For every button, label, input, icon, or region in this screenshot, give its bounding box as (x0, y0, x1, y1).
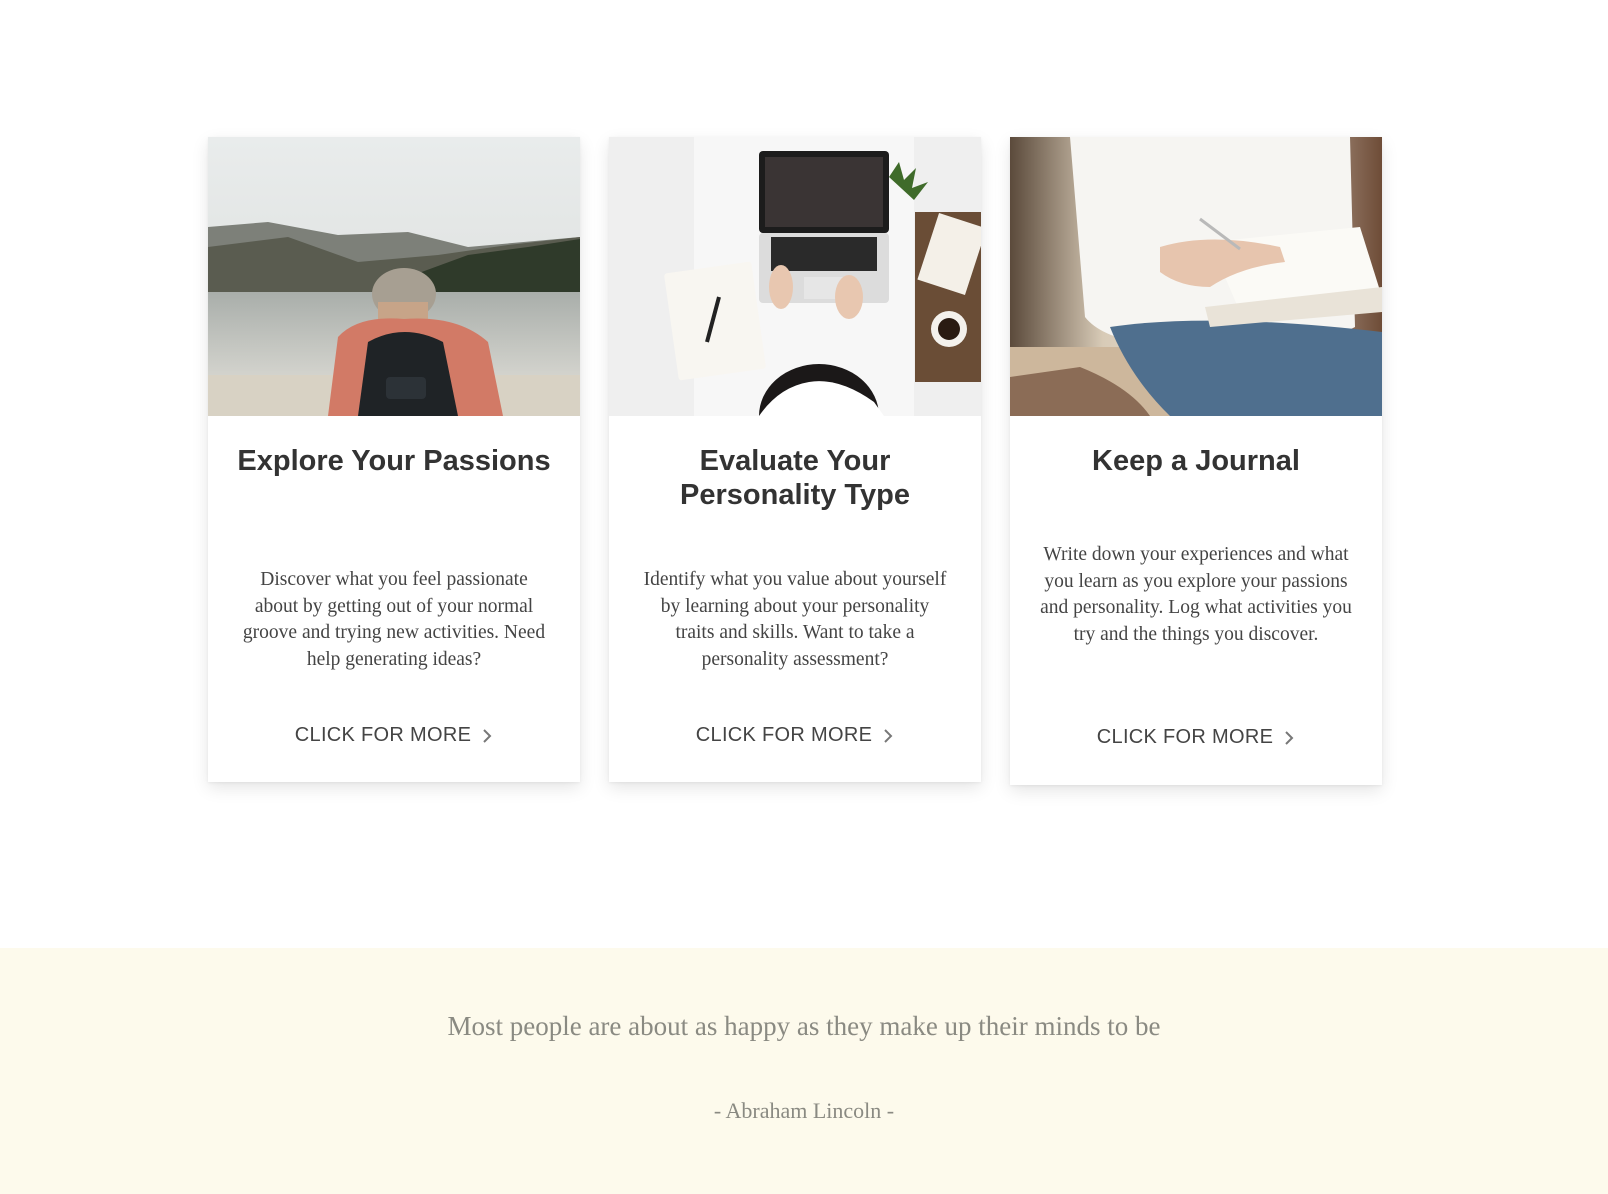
hiker-by-lake-photo[interactable] (208, 137, 580, 416)
card-description: Identify what you value about yourself b… (643, 569, 947, 670)
journal-writing-photo[interactable] (1010, 137, 1382, 416)
desk-laptop-photo[interactable] (609, 137, 981, 416)
chevron-right-icon (483, 728, 492, 743)
card-title: Keep a Journal (1092, 445, 1300, 477)
cards-section: Explore Your Passions Discover what you … (0, 0, 1608, 948)
quote-section: Most people are about as happy as they m… (0, 948, 1608, 1194)
card-title: Explore Your Passions (237, 445, 551, 477)
click-for-more-link[interactable]: CLICK FOR MORE (208, 724, 580, 747)
chevron-right-icon (884, 728, 893, 743)
card-explore-passions[interactable]: Explore Your Passions Discover what you … (208, 137, 580, 782)
click-for-more-link[interactable]: CLICK FOR MORE (609, 724, 981, 747)
card-keep-journal[interactable]: Keep a Journal Write down your experienc… (1010, 137, 1382, 785)
quote-text: Most people are about as happy as they m… (447, 1011, 1161, 1041)
chevron-right-icon (1285, 730, 1294, 745)
click-for-more-link[interactable]: CLICK FOR MORE (1010, 726, 1382, 749)
cta-label: CLICK FOR MORE (294, 724, 472, 746)
card-description: Discover what you feel passionate about … (242, 569, 546, 670)
cta-label: CLICK FOR MORE (1096, 726, 1274, 748)
card-description: Write down your experiences and what you… (1040, 544, 1352, 645)
card-title: Evaluate Your Personality Type (680, 445, 910, 511)
cta-label: CLICK FOR MORE (695, 724, 873, 746)
card-evaluate-personality[interactable]: Evaluate Your Personality Type Identify … (609, 137, 981, 782)
quote-author: - Abraham Lincoln - (713, 1098, 895, 1123)
